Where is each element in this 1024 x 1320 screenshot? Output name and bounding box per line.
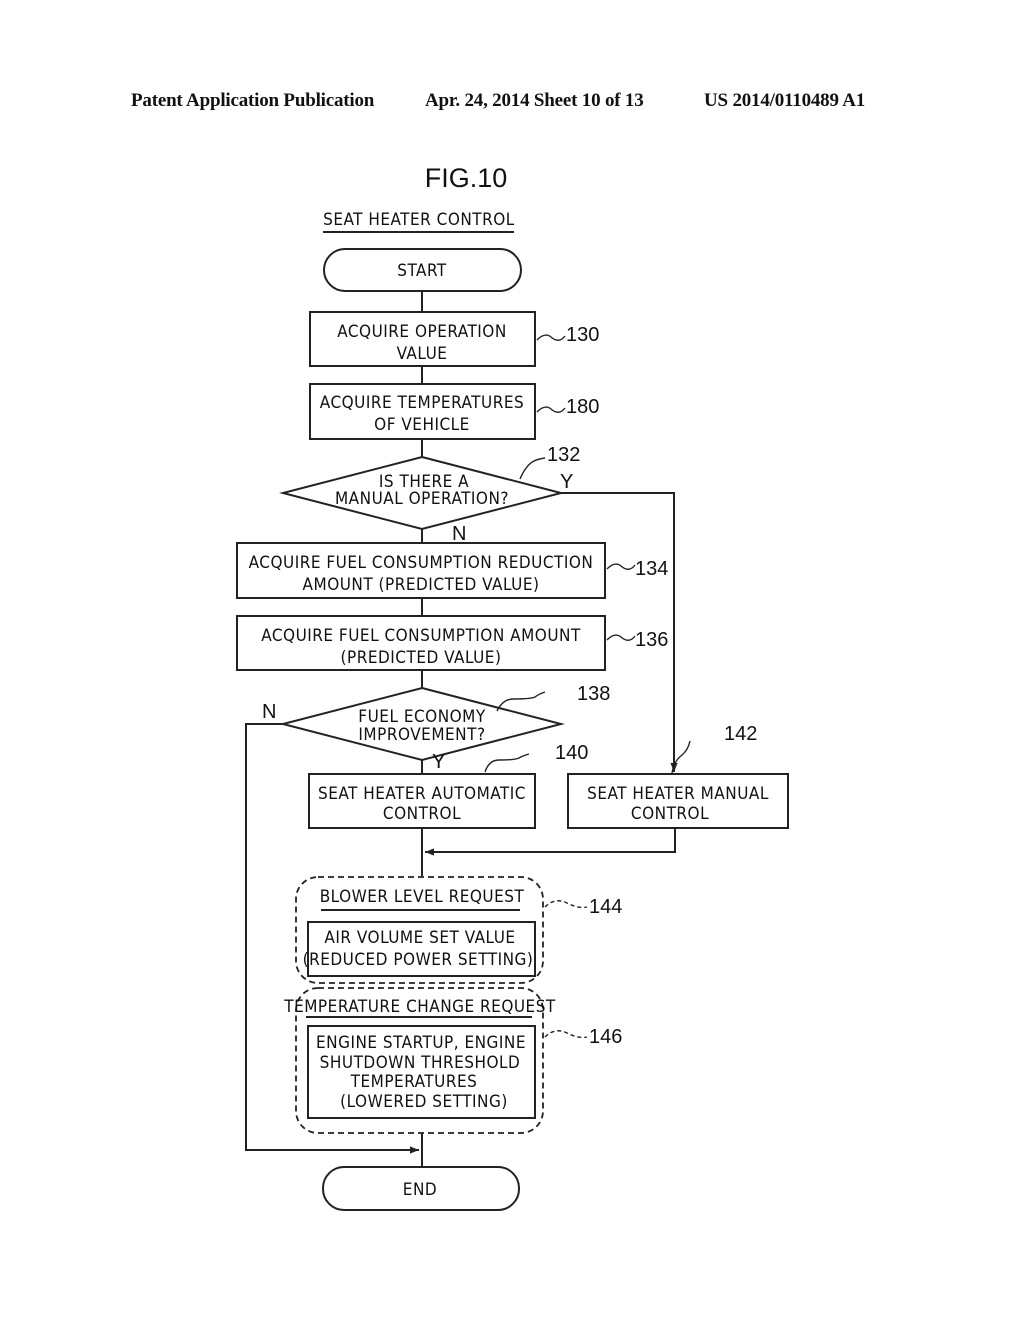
ref-180-leader [536, 406, 566, 413]
step-136-line-1: ACQUIRE FUEL CONSUMPTION AMOUNT [261, 626, 581, 646]
step-134-acquire-fuel-reduction: ACQUIRE FUEL CONSUMPTION REDUCTION AMOUN… [236, 542, 606, 599]
decision-132-no-label: N [452, 523, 466, 545]
group-146-line-4: (LOWERED SETTING) [340, 1092, 508, 1112]
group-144-blower-level-request: BLOWER LEVEL REQUEST AIR VOLUME SET VALU… [295, 876, 544, 984]
figure-label: FIG.10 [425, 163, 508, 193]
group-146-line-2: SHUTDOWN THRESHOLD [320, 1053, 521, 1073]
decision-132-line-2: MANUAL OPERATION? [335, 489, 509, 509]
ref-140: 140 [555, 742, 588, 764]
ref-144-leader [544, 900, 588, 909]
step-142-line-1: SEAT HEATER MANUAL [587, 784, 769, 804]
ref-132: 132 [547, 444, 580, 466]
ref-134-leader [606, 563, 636, 570]
ref-130-leader [536, 334, 566, 341]
step-180-line-1: ACQUIRE TEMPERATURES [320, 393, 524, 413]
ref-140-leader [484, 753, 530, 773]
decision-132-yes-label: Y [560, 471, 573, 493]
step-130-line-1: ACQUIRE OPERATION [337, 322, 507, 342]
step-136-acquire-fuel-consumption: ACQUIRE FUEL CONSUMPTION AMOUNT (PREDICT… [236, 615, 606, 671]
start-label: START [397, 261, 447, 281]
decision-138-no-label: N [262, 701, 276, 723]
step-180-acquire-temperatures: ACQUIRE TEMPERATURES OF VEHICLE [309, 383, 536, 440]
ref-138-leader [496, 691, 546, 712]
decision-138-line-1: FUEL ECONOMY [358, 707, 486, 727]
decision-138-yes-label: Y [432, 751, 445, 773]
end-terminal: END [322, 1166, 520, 1211]
flowchart: FIG.10 SEAT HEATER CONTROL START ACQUIRE… [236, 163, 789, 1211]
step-136-line-2: (PREDICTED VALUE) [341, 648, 502, 668]
step-130-acquire-operation-value: ACQUIRE OPERATION VALUE [309, 311, 536, 367]
ref-136-leader [606, 634, 636, 641]
group-146-title: TEMPERATURE CHANGE REQUEST [283, 997, 556, 1017]
group-146-temperature-change-request: TEMPERATURE CHANGE REQUEST ENGINE STARTU… [283, 987, 556, 1134]
step-180-line-2: OF VEHICLE [374, 415, 470, 435]
ref-136: 136 [635, 629, 668, 651]
connector-142-merge [425, 828, 676, 856]
step-130-line-2: VALUE [397, 344, 448, 364]
step-134-line-1: ACQUIRE FUEL CONSUMPTION REDUCTION [249, 553, 594, 573]
step-142-seat-heater-manual: SEAT HEATER MANUAL CONTROL [567, 773, 789, 829]
step-134-line-2: AMOUNT (PREDICTED VALUE) [303, 575, 540, 595]
end-label: END [403, 1180, 437, 1200]
ref-132-leader [519, 457, 546, 480]
group-146-line-1: ENGINE STARTUP, ENGINE [316, 1033, 526, 1053]
decision-132-manual-operation: IS THERE A MANUAL OPERATION? [279, 455, 565, 531]
ref-146: 146 [589, 1026, 622, 1048]
step-142-line-2: CONTROL [631, 804, 709, 824]
figure-title: SEAT HEATER CONTROL [323, 210, 515, 230]
ref-180: 180 [566, 396, 599, 418]
decision-138-line-2: IMPROVEMENT? [358, 725, 485, 745]
step-140-line-1: SEAT HEATER AUTOMATIC [318, 784, 526, 804]
start-terminal: START [323, 248, 522, 292]
ref-134: 134 [635, 558, 668, 580]
group-144-line-1: AIR VOLUME SET VALUE [324, 928, 515, 948]
group-146-line-3: TEMPERATURES [350, 1072, 478, 1092]
ref-138: 138 [577, 683, 610, 705]
ref-142: 142 [724, 723, 757, 745]
step-140-seat-heater-automatic: SEAT HEATER AUTOMATIC CONTROL [308, 773, 536, 829]
ref-144: 144 [589, 896, 622, 918]
group-144-title: BLOWER LEVEL REQUEST [320, 887, 525, 907]
step-140-line-2: CONTROL [383, 804, 461, 824]
ref-146-leader [544, 1030, 588, 1039]
group-144-line-2: (REDUCED POWER SETTING) [303, 950, 534, 970]
ref-130: 130 [566, 324, 599, 346]
